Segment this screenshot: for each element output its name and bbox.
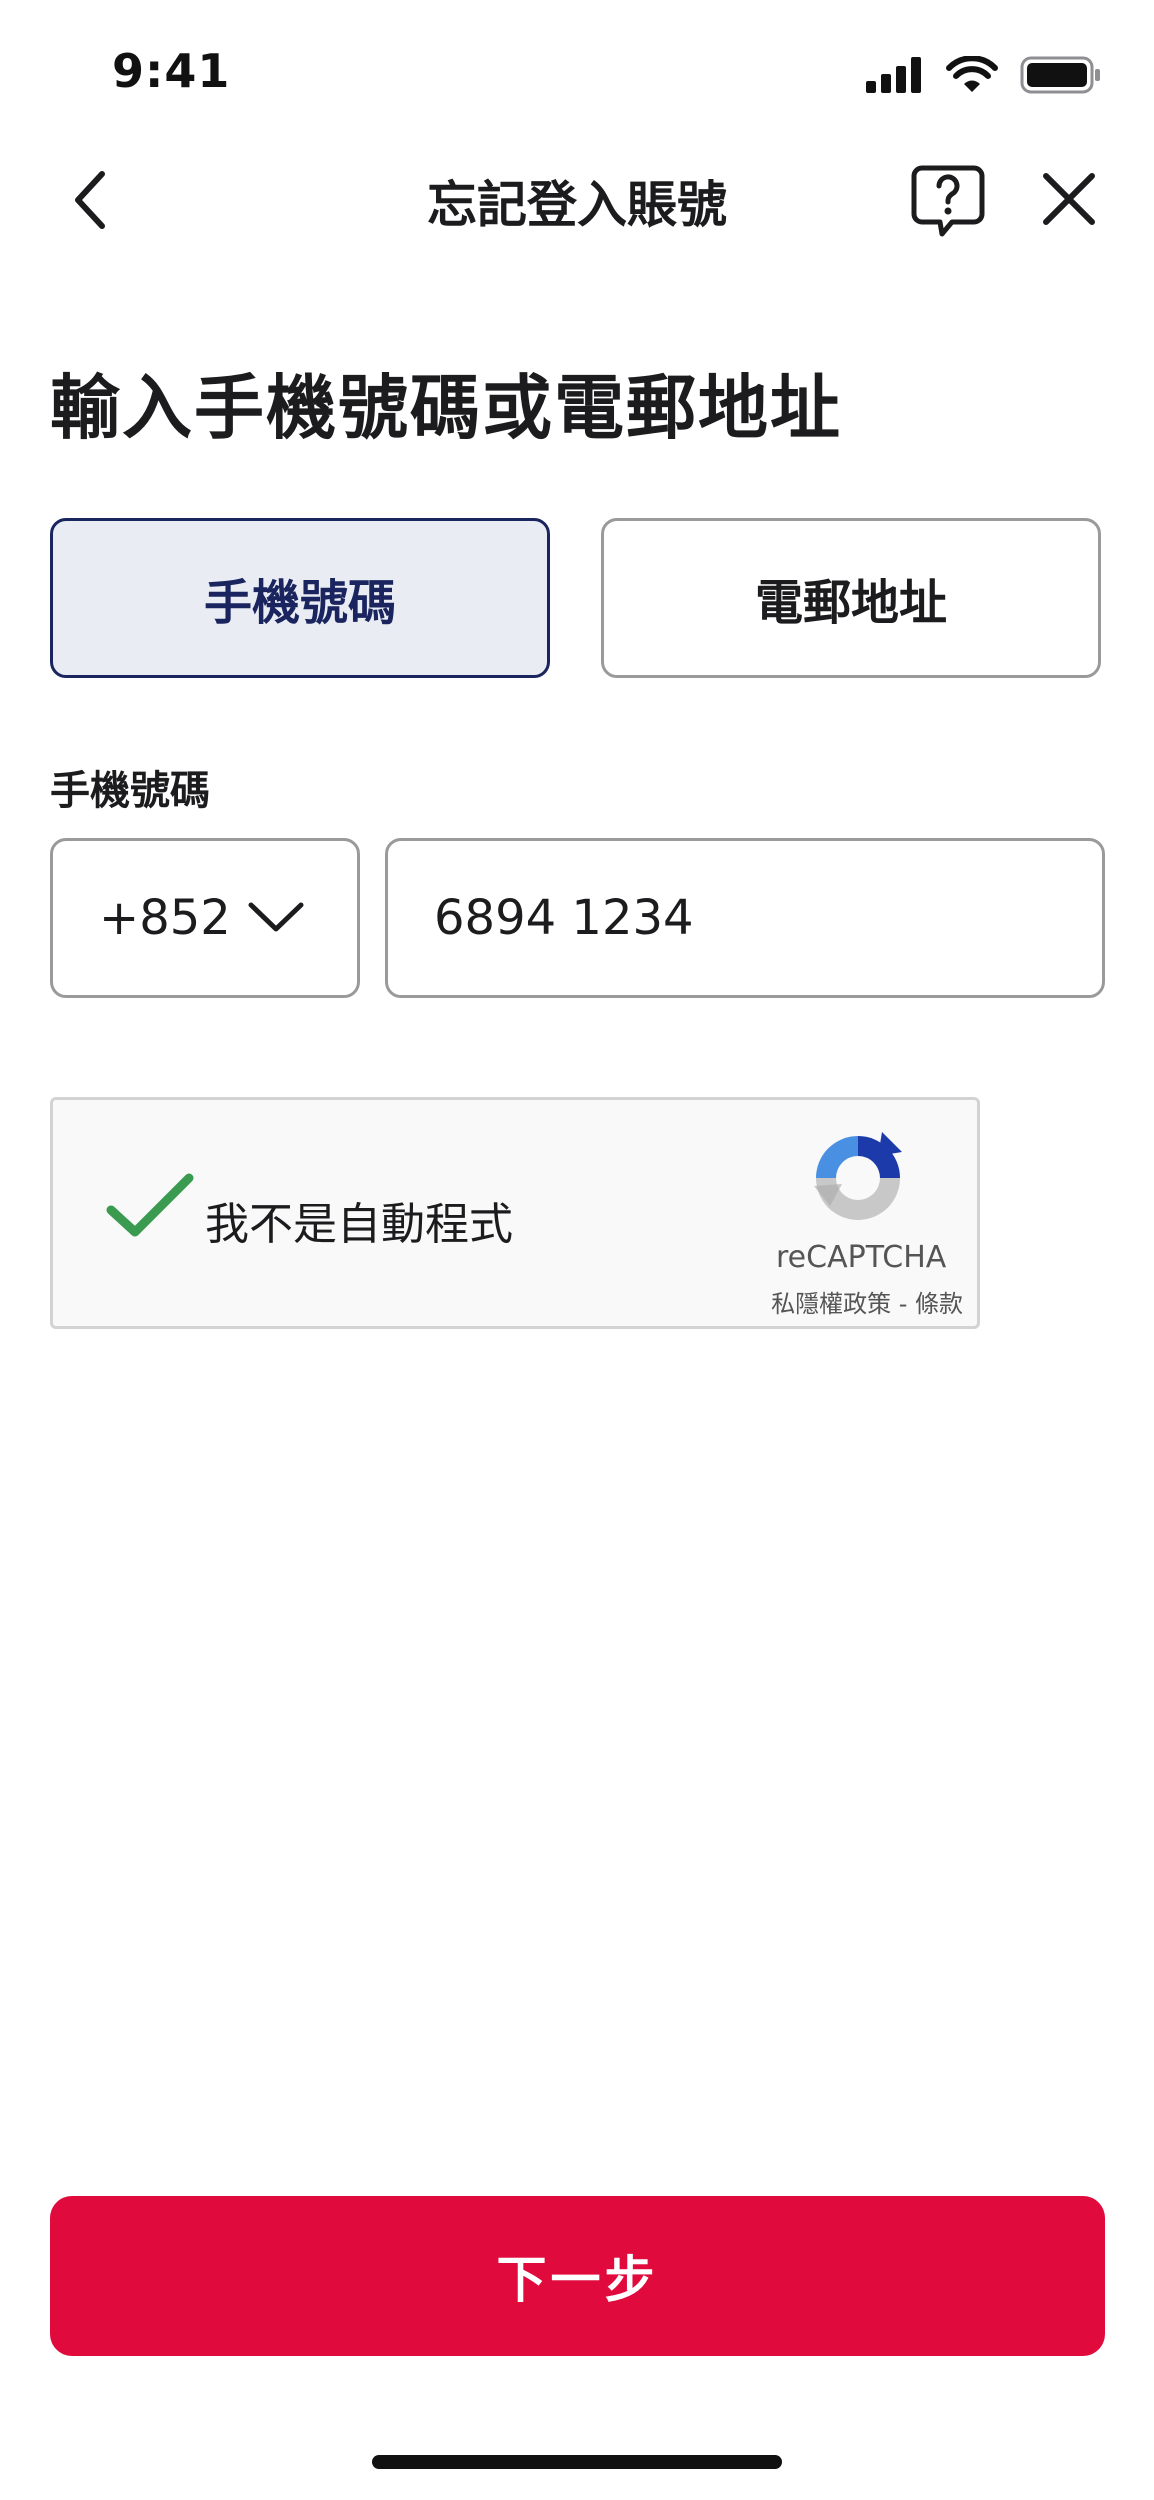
battery-icon xyxy=(1020,56,1100,94)
close-button[interactable] xyxy=(1036,166,1102,232)
chevron-down-icon xyxy=(248,902,304,932)
recaptcha-logo-icon xyxy=(814,1132,902,1220)
status-time: 9:41 xyxy=(112,44,231,98)
close-icon xyxy=(1043,173,1095,225)
country-code-value: +852 xyxy=(99,890,231,946)
help-icon xyxy=(911,165,985,237)
status-icons xyxy=(866,56,1102,94)
recaptcha-label: 我不是自動程式 xyxy=(205,1199,513,1250)
tab-label: 電郵地址 xyxy=(754,575,947,631)
help-button[interactable] xyxy=(910,162,986,238)
recaptcha-widget: 我不是自動程式 reCAPTCHA 私隱權政策 - 條款 xyxy=(50,1097,980,1329)
wifi-icon xyxy=(946,56,998,92)
home-indicator[interactable] xyxy=(372,2455,782,2469)
country-code-select[interactable]: +852 xyxy=(50,838,360,998)
signal-icon xyxy=(866,57,921,93)
tab-phone-number[interactable]: 手機號碼 xyxy=(50,518,550,678)
tab-email-address[interactable]: 電郵地址 xyxy=(601,518,1101,678)
recaptcha-links[interactable]: 私隱權政策 - 條款 xyxy=(771,1284,963,1319)
recaptcha-brand: reCAPTCHA xyxy=(776,1240,947,1275)
next-button[interactable]: 下一步 xyxy=(50,2196,1105,2356)
phone-number-input[interactable]: 6894 1234 xyxy=(385,838,1105,998)
phone-number-value: 6894 1234 xyxy=(434,890,694,946)
phone-field-label: 手機號碼 xyxy=(50,768,210,814)
tab-label: 手機號碼 xyxy=(203,575,396,631)
checkbox-checked-icon[interactable] xyxy=(105,1172,195,1242)
next-button-label: 下一步 xyxy=(496,2251,659,2309)
page-heading: 輸入手機號碼或電郵地址 xyxy=(50,367,842,449)
